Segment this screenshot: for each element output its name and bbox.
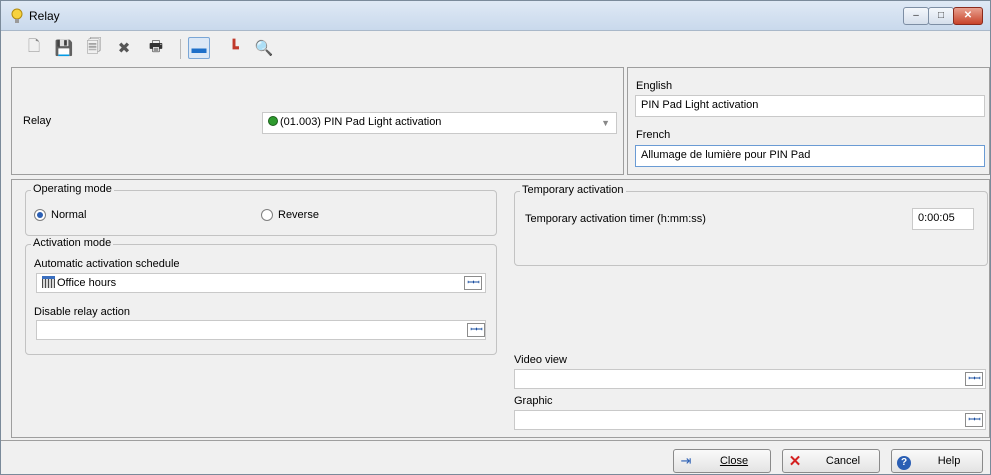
reverse-label: Reverse bbox=[278, 209, 319, 221]
relay-label: Relay bbox=[23, 115, 52, 127]
schedule-value: Office hours bbox=[57, 277, 117, 289]
normal-radio[interactable]: Normal bbox=[34, 209, 86, 221]
temporary-activation-title: Temporary activation bbox=[520, 184, 626, 196]
title-bar: Relay – □ ✕ bbox=[1, 1, 990, 31]
english-name-field[interactable]: PIN Pad Light activation bbox=[635, 95, 985, 117]
english-label: English bbox=[636, 80, 673, 92]
browse-icon[interactable]: ꟷꟷ bbox=[467, 323, 485, 337]
reverse-radio[interactable]: Reverse bbox=[261, 209, 319, 221]
close-button[interactable]: ⇥ Close bbox=[673, 449, 771, 473]
link-icon[interactable]: ▬ bbox=[188, 37, 210, 59]
schedule-field[interactable]: Office hours ꟷꟷ bbox=[36, 273, 486, 293]
disable-relay-field[interactable] bbox=[36, 320, 486, 340]
operating-mode-group: Operating mode Normal Reverse bbox=[25, 183, 497, 236]
window-title: Relay bbox=[29, 9, 60, 23]
calendar-icon bbox=[42, 276, 55, 288]
activation-mode-title: Activation mode bbox=[31, 237, 114, 249]
video-view-field[interactable] bbox=[514, 369, 986, 389]
search-icon[interactable]: 🔍 bbox=[253, 37, 275, 59]
names-panel: English PIN Pad Light activation French … bbox=[627, 67, 990, 175]
cancel-button[interactable]: ✕ Cancel bbox=[782, 449, 880, 473]
new-icon[interactable]: 🗋 bbox=[23, 37, 45, 59]
radio-unchecked-icon bbox=[261, 209, 273, 221]
relay-icon[interactable]: ┗ bbox=[223, 37, 245, 59]
cancel-button-label: Cancel bbox=[825, 455, 861, 467]
save-as-icon[interactable]: 🗐 bbox=[83, 37, 105, 59]
activation-mode-group: Activation mode Automatic activation sch… bbox=[25, 237, 497, 355]
schedule-label: Automatic activation schedule bbox=[34, 258, 180, 270]
normal-label: Normal bbox=[51, 209, 87, 221]
graphic-field[interactable] bbox=[514, 410, 986, 430]
relay-panel: Relay (01.003) PIN Pad Light activation … bbox=[11, 67, 624, 175]
delete-icon[interactable]: ✖ bbox=[113, 37, 135, 59]
disable-relay-label: Disable relay action bbox=[34, 306, 130, 318]
timer-label: Temporary activation timer (h:mm:ss) bbox=[525, 213, 706, 225]
print-icon[interactable]: 🖶 bbox=[145, 37, 167, 59]
temporary-activation-group: Temporary activation Temporary activatio… bbox=[514, 184, 988, 266]
status-led-icon bbox=[268, 116, 278, 126]
main-panel: Operating mode Normal Reverse Activation… bbox=[11, 179, 990, 438]
browse-icon[interactable]: ꟷꟷ bbox=[464, 276, 482, 290]
browse-icon[interactable]: ꟷꟷ bbox=[965, 413, 983, 427]
bottom-bar: ⇥ Close ✕ Cancel ? Help bbox=[1, 440, 990, 474]
help-icon: ? bbox=[892, 453, 916, 470]
close-window-button[interactable]: ✕ bbox=[953, 7, 983, 25]
browse-icon[interactable]: ꟷꟷ bbox=[965, 372, 983, 386]
toolbar-separator bbox=[180, 39, 181, 59]
help-button-label: Help bbox=[937, 455, 961, 467]
close-button-label: Close bbox=[719, 455, 749, 467]
lightbulb-icon bbox=[11, 8, 23, 23]
relay-selected-value: (01.003) PIN Pad Light activation bbox=[280, 116, 442, 128]
french-name-field[interactable]: Allumage de lumière pour PIN Pad bbox=[635, 145, 985, 167]
minimize-button[interactable]: – bbox=[903, 7, 929, 25]
timer-field[interactable]: 0:00:05 bbox=[912, 208, 974, 230]
relay-select[interactable]: (01.003) PIN Pad Light activation ▼ bbox=[262, 112, 617, 134]
operating-mode-title: Operating mode bbox=[31, 183, 114, 195]
video-view-label: Video view bbox=[514, 354, 567, 366]
radio-checked-icon bbox=[34, 209, 46, 221]
french-label: French bbox=[636, 129, 671, 141]
toolbar: 🗋 💾 🗐 ✖ 🖶 ▬ ┗ 🔍 bbox=[1, 31, 990, 63]
graphic-label: Graphic bbox=[514, 395, 553, 407]
cancel-x-icon: ✕ bbox=[788, 453, 802, 470]
save-icon[interactable]: 💾 bbox=[53, 37, 75, 59]
maximize-button[interactable]: □ bbox=[928, 7, 954, 25]
exit-door-icon: ⇥ bbox=[680, 453, 692, 468]
chevron-down-icon[interactable]: ▼ bbox=[601, 118, 610, 128]
help-button[interactable]: ? Help bbox=[891, 449, 983, 473]
relay-window: Relay – □ ✕ 🗋 💾 🗐 ✖ 🖶 ▬ ┗ 🔍 Relay (01.00… bbox=[0, 0, 991, 475]
